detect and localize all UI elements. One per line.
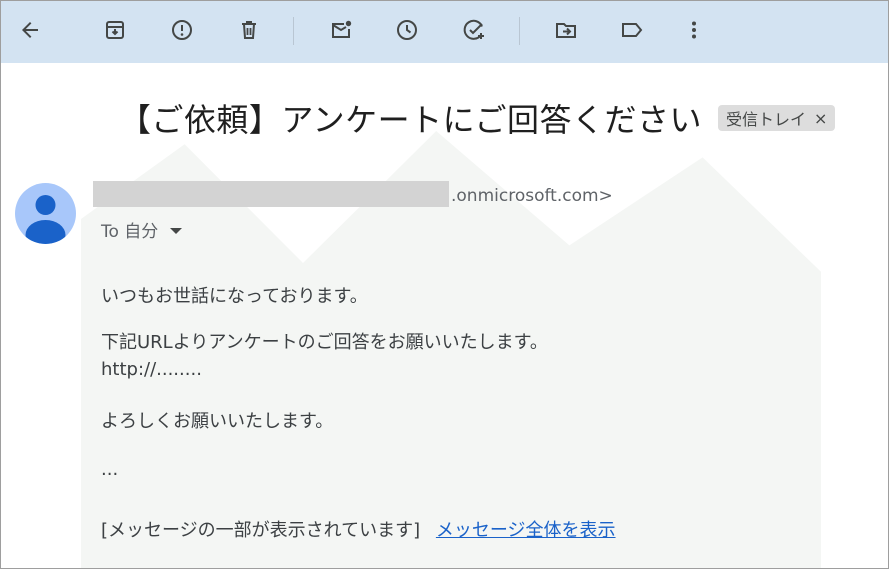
move-folder-icon	[556, 23, 576, 38]
label-remove-icon[interactable]: ×	[814, 109, 827, 128]
person-icon	[25, 195, 66, 244]
body-line-url: http://........	[101, 359, 202, 380]
view-entire-message-link[interactable]: メッセージ全体を表示	[436, 520, 616, 541]
mark-unread-button[interactable]	[323, 12, 359, 48]
email-subject: 【ご依頼】アンケートにご回答ください	[118, 101, 702, 139]
more-button[interactable]	[676, 12, 712, 48]
label-icon	[622, 23, 643, 37]
toolbar-divider	[519, 17, 520, 45]
more-vertical-icon	[692, 21, 696, 39]
delete-button[interactable]	[231, 12, 267, 48]
body-line-greeting: いつもお世話になっております。	[101, 286, 368, 307]
clipped-message-notice: [メッセージの一部が表示されています] メッセージ全体を表示	[101, 516, 616, 542]
body-line-request: 下記URLよりアンケートのご回答をお願いいたします。	[101, 332, 548, 353]
snooze-button[interactable]	[389, 12, 425, 48]
sender-address-suffix: .onmicrosoft.com>	[451, 186, 613, 206]
label-chip-text: 受信トレイ	[726, 110, 807, 129]
body-line-ellipsis: ...	[101, 459, 119, 480]
inbox-label-chip[interactable]: 受信トレイ ×	[718, 105, 836, 131]
archive-button[interactable]	[97, 12, 133, 48]
chevron-down-icon	[170, 227, 183, 234]
toolbar-divider	[293, 17, 294, 45]
clock-icon	[397, 20, 417, 40]
labels-button[interactable]	[614, 12, 650, 48]
subject-row: 【ご依頼】アンケートにご回答ください 受信トレイ ×	[1, 95, 888, 143]
body-line-closing: よろしくお願いいたします。	[101, 411, 334, 432]
sender-avatar[interactable]	[15, 183, 76, 244]
move-to-button[interactable]	[548, 12, 584, 48]
arrow-left-icon	[22, 22, 38, 38]
archive-icon	[106, 21, 124, 39]
mail-unread-icon	[332, 20, 352, 38]
recipient-label: To 自分	[101, 222, 159, 242]
trash-icon	[242, 21, 256, 39]
add-task-icon	[463, 19, 484, 40]
add-task-button[interactable]	[456, 12, 492, 48]
clipped-notice-text: [メッセージの一部が表示されています]	[101, 520, 421, 541]
recipient-details[interactable]: To 自分	[101, 217, 183, 242]
redacted-sender-address	[93, 181, 449, 207]
report-spam-button[interactable]	[164, 12, 200, 48]
toolbar	[1, 1, 888, 63]
email-view: 【ご依頼】アンケートにご回答ください 受信トレイ × .onmicrosoft.…	[0, 0, 889, 569]
back-button[interactable]	[12, 12, 48, 48]
report-spam-icon	[172, 20, 192, 40]
